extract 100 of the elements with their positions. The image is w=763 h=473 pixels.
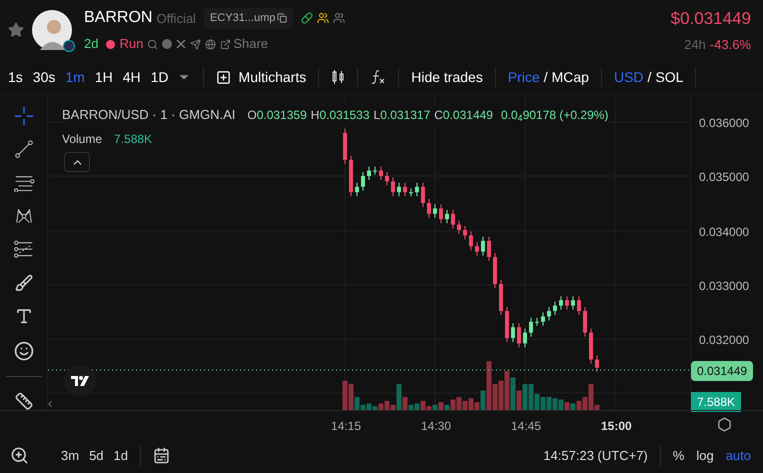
candle [457, 220, 461, 234]
share-icon [220, 38, 232, 50]
last-price-label: 0.031449 [691, 361, 754, 381]
ohlc-key: H [310, 106, 320, 124]
range-button[interactable]: 1d [114, 446, 128, 466]
pill-icon [301, 12, 314, 24]
time-tick: 14:15 [331, 418, 362, 435]
interval-tab[interactable]: 30s [32, 66, 56, 88]
token-status: Run [119, 35, 144, 54]
interval-tab[interactable]: 4H [122, 66, 141, 88]
x-icon[interactable] [176, 39, 186, 49]
search-icon[interactable] [147, 38, 158, 50]
currency-toggle[interactable]: SOL [655, 66, 684, 88]
hide-trades-button[interactable]: Hide trades [411, 66, 483, 88]
time-tick: 14:45 [511, 418, 542, 435]
price-mode-toggle[interactable]: Price [508, 66, 540, 88]
candle [409, 188, 413, 197]
candle [529, 317, 533, 338]
candle [385, 172, 389, 186]
calendar-icon[interactable] [153, 447, 170, 464]
share-button[interactable]: Share [220, 34, 268, 54]
ohlc-key: L [374, 106, 380, 124]
volume-badge: 7.588K [691, 392, 742, 412]
function-icon[interactable] [370, 69, 386, 85]
scale-toggle[interactable]: % [672, 446, 684, 466]
users-icon [333, 12, 346, 24]
multicharts-button[interactable]: Multicharts [216, 66, 306, 88]
volume-label: Volume [62, 131, 102, 148]
address-copy-button[interactable]: ECY31...ump [204, 8, 294, 28]
interval-tab[interactable]: 1H [94, 66, 113, 88]
currency-toggle[interactable]: USD [614, 66, 644, 88]
candle [559, 296, 563, 310]
ruler-icon[interactable] [14, 392, 34, 410]
logo-icon [71, 376, 89, 386]
slash-separator: / [648, 68, 652, 86]
crosshair-icon[interactable] [14, 107, 34, 126]
candle [523, 328, 527, 348]
candle [493, 252, 497, 288]
candle [403, 182, 407, 197]
interval-tab[interactable]: 1D [150, 66, 169, 88]
candle [499, 280, 503, 316]
candle [535, 317, 539, 326]
candle [451, 209, 455, 230]
settings-icon[interactable] [717, 417, 732, 432]
candle [541, 312, 545, 326]
scale-toggle[interactable]: auto [726, 446, 751, 466]
candle [553, 301, 557, 316]
fib-levels-icon[interactable] [12, 240, 34, 259]
star-icon[interactable] [8, 22, 24, 38]
candle [367, 166, 371, 180]
price-tick: 0.033000 [699, 278, 750, 295]
candle [427, 198, 431, 218]
globe-icon[interactable] [205, 38, 216, 50]
plus-square-icon [216, 70, 231, 84]
interval-tab[interactable]: 1s [8, 66, 23, 88]
clock: 14:57:23 (UTC+7) [543, 446, 648, 465]
users-icon [317, 12, 330, 24]
ohlc-value: 0.031533 [319, 106, 370, 124]
zoom-in-icon[interactable] [10, 446, 29, 465]
ohlc-key: O [247, 106, 257, 124]
horizontal-lines-icon[interactable] [12, 174, 34, 192]
candle [361, 172, 365, 192]
candle [565, 296, 569, 310]
price-tick: 0.035000 [699, 169, 750, 186]
time-tick: 14:30 [421, 418, 452, 435]
price-tick: 0.032000 [699, 332, 750, 349]
range-button[interactable]: 3m [61, 446, 80, 466]
candle [469, 230, 473, 251]
candles-icon[interactable] [331, 69, 346, 85]
coin-icon[interactable] [162, 39, 172, 49]
candle [373, 166, 377, 176]
send-icon[interactable] [190, 38, 202, 50]
range-button[interactable]: 5d [89, 446, 104, 466]
copy-icon [277, 13, 288, 24]
token-age: 2d [84, 35, 98, 54]
candle [511, 322, 515, 342]
candle [571, 296, 575, 310]
chart-title: BARRON/USD · 1 · GMGN.AI [62, 106, 236, 124]
candle [577, 296, 581, 316]
price-tick: 0.036000 [699, 115, 750, 132]
brush-icon[interactable] [14, 274, 34, 292]
candle [487, 236, 491, 262]
interval-tab[interactable]: 1m [65, 66, 85, 88]
candle [463, 226, 467, 240]
trend-line-icon[interactable] [14, 140, 34, 159]
price-mode-toggle[interactable]: MCap [552, 66, 589, 88]
collapse-button[interactable] [64, 152, 90, 172]
candle [439, 204, 443, 224]
emoji-icon[interactable] [12, 340, 34, 361]
candle [397, 182, 401, 197]
ohlc-value: 0.031317 [380, 106, 430, 124]
ohlc-change: 0.0$_{4}$90178 (+0.29%) [500, 106, 608, 124]
slash-separator: / [544, 68, 548, 86]
avatar [32, 10, 72, 50]
candle [589, 328, 593, 364]
candle [343, 128, 347, 164]
price-tick: 0.034000 [699, 224, 750, 241]
candle [517, 322, 521, 348]
scale-toggle[interactable]: log [696, 446, 714, 466]
ohlc-value: 0.031449 [442, 106, 493, 124]
